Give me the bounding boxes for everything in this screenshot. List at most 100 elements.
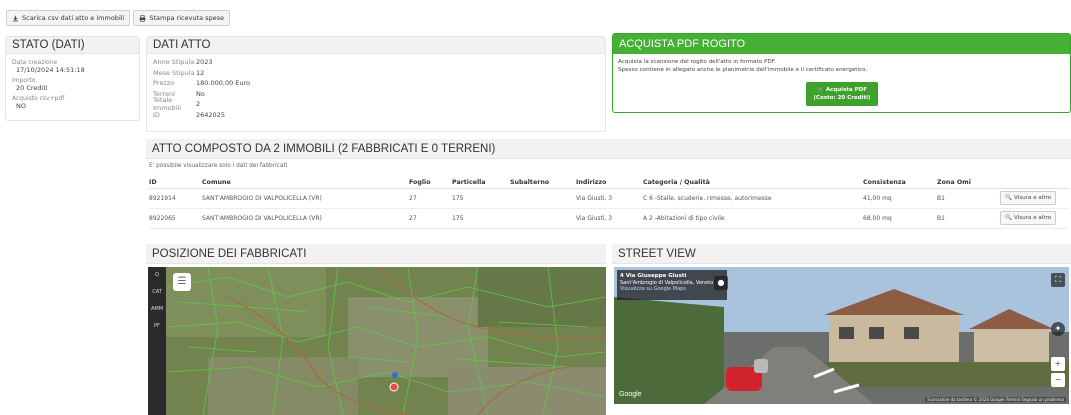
table-row: 8921914 SANT'AMBROGIO DI VALPOLICELLA (V… <box>149 188 1069 209</box>
composto-note: E' possibile visualizzare solo i dati de… <box>149 163 288 169</box>
posizione-title: POSIZIONE DEI FABBRICATI <box>146 244 606 264</box>
cell-actions: 🔍 Visura e altro <box>1000 188 1069 209</box>
map-layer-cat[interactable]: CAT <box>148 284 166 301</box>
compass-icon[interactable]: ✦ <box>1051 322 1065 336</box>
cell-categoria: C 6 -Stalle, scuderie, rimesse, autorime… <box>643 188 863 209</box>
stato-value: 20 Crediti <box>16 84 48 92</box>
atto-value: 2 <box>196 100 201 109</box>
col-header-actions <box>1000 177 1069 189</box>
download-csv-button[interactable]: Scarica csv dati atto e immobili <box>6 10 131 26</box>
buy-pdf-button[interactable]: 🛒 Acquista PDF (Costo: 20 Crediti) <box>806 82 878 106</box>
street-title: STREET VIEW <box>612 244 1071 264</box>
location-title: 4 Via Giuseppe Giusti <box>620 273 687 279</box>
visura-label: Visura e altro <box>1013 215 1052 221</box>
cell-indirizzo: Via Giusti, 3 <box>576 188 643 209</box>
zoom-in-icon[interactable]: + <box>1051 357 1065 371</box>
stato-panel: STATO (DATI) Data creazione 17/10/2024 1… <box>5 36 140 121</box>
posizione-panel: POSIZIONE DEI FABBRICATI Q CAT AMM PF ☰ <box>146 244 606 415</box>
atto-key: Mese Stipula <box>153 68 195 77</box>
cell-particella: 175 <box>452 188 510 209</box>
fullscreen-icon[interactable]: ⛶ <box>1051 273 1065 287</box>
cell-comune: SANT'AMBROGIO DI VALPOLICELLA (VR) <box>202 188 409 209</box>
map-sidebar: Q CAT AMM PF <box>148 267 166 415</box>
cell-foglio: 27 <box>409 208 452 229</box>
visura-button[interactable]: 🔍 Visura e altro <box>1000 191 1057 205</box>
cart-icon: 🛒 <box>817 87 824 93</box>
composto-title: ATTO COMPOSTO DA 2 IMMOBILI (2 FABBRICAT… <box>146 139 1071 159</box>
cell-particella: 175 <box>452 208 510 229</box>
acquista-title: ACQUISTA PDF ROGITO <box>613 34 1070 54</box>
map-attribution[interactable]: Scorciatoie da tastiera © 2024 Google Te… <box>925 397 1066 402</box>
atto-value: 2023 <box>196 58 213 67</box>
download-icon <box>13 15 18 21</box>
buy-pdf-label: Acquista PDF <box>825 87 867 93</box>
col-header: Foglio <box>409 177 452 189</box>
cell-consistenza: 68.00 mq <box>863 208 937 229</box>
location-subtitle: Sant'Ambrogio di Valpolicella, Veneto <box>620 279 714 286</box>
map-layer-pf[interactable]: PF <box>148 318 166 335</box>
pin-icon[interactable]: ● <box>714 276 728 290</box>
stato-label: Importo <box>12 77 36 84</box>
toolbar: Scarica csv dati atto e immobili Stampa … <box>6 10 231 26</box>
google-logo: Google <box>619 391 642 398</box>
col-header: ID <box>149 177 202 189</box>
cell-subalterno <box>510 208 576 229</box>
buy-pdf-cost: (Costo: 20 Crediti) <box>813 95 871 101</box>
download-label: Scarica csv dati atto e immobili <box>22 14 125 22</box>
cell-consistenza: 41,00 mq <box>863 188 937 209</box>
stato-label: Data creazione <box>12 59 58 66</box>
col-header: Consistenza <box>863 177 937 189</box>
cell-zona: B1 <box>937 208 1000 229</box>
col-header: Particella <box>452 177 510 189</box>
atto-value: 2642025 <box>196 110 225 119</box>
cell-actions: 🔍 Visura e altro <box>1000 208 1069 229</box>
street-view-panel: STREET VIEW 4 Via Giuseppe Giusti Sant'A… <box>612 244 1071 404</box>
layers-icon[interactable]: ☰ <box>173 273 191 291</box>
atto-key: Prezzo <box>153 79 175 88</box>
street-view-canvas[interactable]: 4 Via Giuseppe Giusti Sant'Ambrogio di V… <box>614 267 1069 404</box>
visura-label: Visura e altro <box>1013 195 1052 201</box>
zoom-out-icon[interactable]: − <box>1051 373 1065 387</box>
visura-button[interactable]: 🔍 Visura e altro <box>1000 211 1057 225</box>
table-row: 8922065 SANT'AMBROGIO DI VALPOLICELLA (V… <box>149 208 1069 229</box>
cell-id: 8922065 <box>149 208 202 229</box>
dati-atto-panel: DATI ATTO Anno Stipula 2023 Mese Stipula 1… <box>146 36 606 132</box>
cell-id: 8921914 <box>149 188 202 209</box>
cell-subalterno <box>510 188 576 209</box>
cell-comune: SANT'AMBROGIO DI VALPOLICELLA (VR) <box>202 208 409 229</box>
stato-label: Acquisto csv+pdf <box>12 95 65 102</box>
immobili-table: ID Comune Foglio Particella Subalterno I… <box>149 177 1069 229</box>
cell-indirizzo: Via Giusti, 3 <box>576 208 643 229</box>
print-label: Stampa ricevuta spese <box>149 14 225 22</box>
map-layer-amm[interactable]: AMM <box>148 301 166 318</box>
col-header: Zona Omi <box>937 177 1000 189</box>
map-canvas[interactable] <box>148 267 606 415</box>
composto-panel: ATTO COMPOSTO DA 2 IMMOBILI (2 FABBRICAT… <box>146 139 1071 239</box>
atto-title: DATI ATTO <box>147 37 605 54</box>
maps-link[interactable]: Visualizza su Google Maps <box>620 286 686 292</box>
location-card: 4 Via Giuseppe Giusti Sant'Ambrogio di V… <box>617 270 727 300</box>
atto-key: Anno Stipula <box>153 58 195 67</box>
col-header: Indirizzo <box>576 177 643 189</box>
atto-value: No <box>196 89 205 98</box>
print-receipt-button[interactable]: Stampa ricevuta spese <box>133 10 231 26</box>
atto-key: ID <box>153 110 160 119</box>
atto-value: 180.000,00 Euro <box>196 79 251 88</box>
atto-value: 12 <box>196 68 205 77</box>
cadastral-map[interactable]: Q CAT AMM PF ☰ <box>148 267 606 415</box>
cell-categoria: A 2 -Abitazioni di tipo civile <box>643 208 863 229</box>
acquista-pdf-panel: ACQUISTA PDF ROGITO Acquista la scansion… <box>612 33 1071 113</box>
table-header-row: ID Comune Foglio Particella Subalterno I… <box>149 177 1069 189</box>
stato-value: NO <box>16 102 26 110</box>
print-icon <box>140 14 146 22</box>
acquista-text-2: Spesso contiene in allegato anche le pla… <box>618 67 868 73</box>
col-header: Categoria / Qualità <box>643 177 863 189</box>
map-search-button[interactable]: Q <box>148 267 166 284</box>
acquista-text-1: Acquista la scansione del rogito dell'at… <box>618 59 776 65</box>
cell-zona: B1 <box>937 188 1000 209</box>
stato-title: STATO (DATI) <box>6 37 139 54</box>
cell-foglio: 27 <box>409 188 452 209</box>
col-header: Subalterno <box>510 177 576 189</box>
search-icon: 🔍 <box>1005 195 1012 201</box>
col-header: Comune <box>202 177 409 189</box>
